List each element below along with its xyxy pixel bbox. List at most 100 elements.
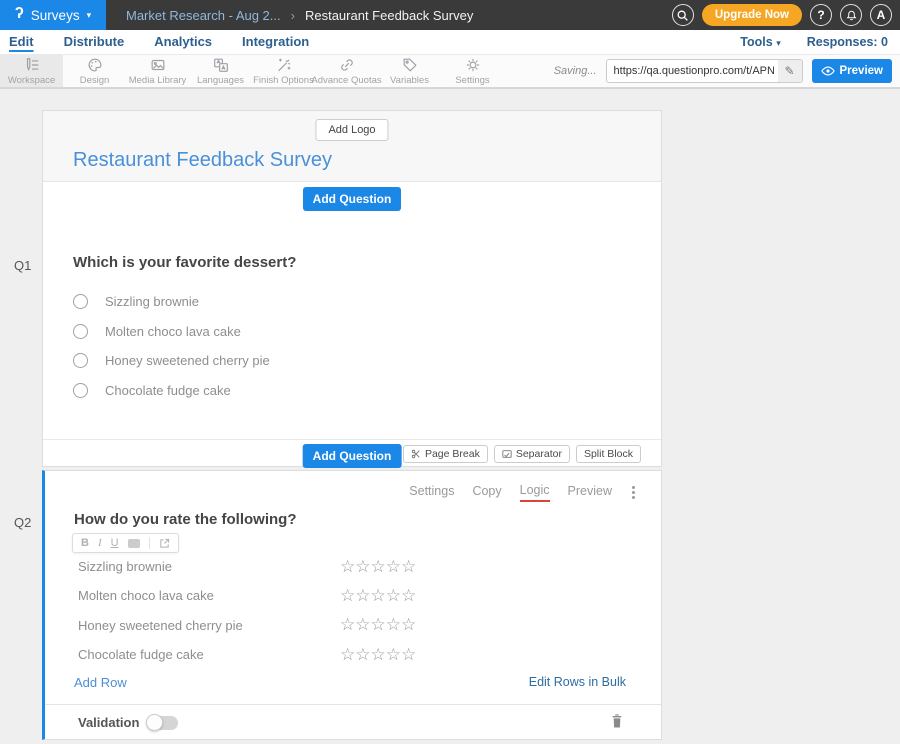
- avatar-initial: A: [877, 8, 886, 22]
- upgrade-now-button[interactable]: Upgrade Now: [702, 4, 802, 26]
- q1-option-2[interactable]: Molten choco lava cake: [73, 317, 270, 347]
- q1-option-3[interactable]: Honey sweetened cherry pie: [73, 346, 270, 376]
- toolbar-item-label: Languages: [197, 75, 244, 86]
- underline-button[interactable]: U: [111, 538, 119, 549]
- survey-title[interactable]: Restaurant Feedback Survey: [73, 149, 332, 172]
- toolbar-item-label: Media Library: [129, 75, 187, 86]
- radio-button-icon[interactable]: [73, 353, 88, 368]
- rating-row-2: Molten choco lava cake ☆☆☆☆☆: [78, 581, 638, 610]
- design-palette-icon: [86, 56, 104, 74]
- insert-image-icon[interactable]: [128, 539, 140, 548]
- toolbar-right: Saving... ✎ Preview: [554, 55, 900, 87]
- star-rating-icons[interactable]: ☆☆☆☆☆: [340, 645, 416, 665]
- finish-options-wand-icon: [275, 56, 293, 74]
- tools-menu[interactable]: Tools ▾: [740, 35, 780, 49]
- tab-distribute[interactable]: Distribute: [64, 34, 125, 51]
- breadcrumb-separator-icon: ›: [291, 8, 295, 23]
- star-rating-icons[interactable]: ☆☆☆☆☆: [340, 586, 416, 606]
- edit-url-pencil-icon[interactable]: ✎: [778, 60, 802, 82]
- q2-footer: Validation: [45, 704, 661, 741]
- languages-icon: [212, 56, 230, 74]
- advance-quotas-chain-icon: [338, 56, 356, 74]
- more-options-icon[interactable]: [630, 484, 637, 501]
- toolbar-item-media-library[interactable]: Media Library: [126, 55, 189, 87]
- q2-question-text[interactable]: How do you rate the following?: [74, 511, 297, 528]
- toolbar-item-workspace[interactable]: Workspace: [0, 55, 63, 87]
- row-label[interactable]: Honey sweetened cherry pie: [78, 618, 340, 633]
- page-break-icon: [411, 449, 421, 459]
- radio-button-icon[interactable]: [73, 294, 88, 309]
- row-label[interactable]: Molten choco lava cake: [78, 588, 340, 603]
- rating-row-1: Sizzling brownie ☆☆☆☆☆: [78, 552, 638, 581]
- option-label: Molten choco lava cake: [105, 324, 241, 339]
- star-rating-icons[interactable]: ☆☆☆☆☆: [340, 557, 416, 577]
- toolbar-item-advance-quotas[interactable]: Advance Quotas: [315, 55, 378, 87]
- toolbar-item-languages[interactable]: Languages: [189, 55, 252, 87]
- edit-rows-in-bulk-link[interactable]: Edit Rows in Bulk: [529, 675, 626, 689]
- page-break-button[interactable]: Page Break: [403, 445, 488, 463]
- tab-analytics[interactable]: Analytics: [154, 34, 212, 51]
- radio-button-icon[interactable]: [73, 383, 88, 398]
- external-link-icon[interactable]: [159, 538, 170, 549]
- add-row-link[interactable]: Add Row: [74, 675, 127, 690]
- tab-integration[interactable]: Integration: [242, 34, 309, 51]
- toggle-knob[interactable]: [146, 714, 163, 731]
- toolbar-item-settings[interactable]: Settings: [441, 55, 504, 87]
- q1-question-text[interactable]: Which is your favorite dessert?: [73, 254, 296, 271]
- option-label: Sizzling brownie: [105, 294, 199, 309]
- tab-edit[interactable]: Edit: [9, 34, 34, 51]
- delete-question-button[interactable]: [610, 713, 624, 733]
- preview-button[interactable]: Preview: [812, 59, 892, 83]
- tools-label: Tools: [740, 35, 772, 49]
- q2-settings-link[interactable]: Settings: [409, 484, 454, 501]
- split-block-label: Split Block: [584, 448, 633, 460]
- breadcrumb-project[interactable]: Market Research - Aug 2...: [126, 8, 281, 23]
- survey-url-box: ✎: [606, 59, 803, 83]
- toolbar-item-variables[interactable]: Variables: [378, 55, 441, 87]
- radio-button-icon[interactable]: [73, 324, 88, 339]
- toolbar-item-label: Settings: [455, 75, 489, 86]
- text-format-toolbar: B I U: [72, 533, 179, 553]
- toolbar-item-label: Finish Options: [253, 75, 314, 86]
- responses-count[interactable]: Responses: 0: [807, 35, 888, 49]
- separator-button[interactable]: Separator: [494, 445, 570, 463]
- q2-logic-link[interactable]: Logic: [520, 483, 550, 502]
- q1-options: Sizzling brownie Molten choco lava cake …: [73, 287, 270, 405]
- surveys-menu[interactable]: ʔ Surveys ▾: [0, 0, 106, 30]
- row-label[interactable]: Sizzling brownie: [78, 559, 340, 574]
- star-rating-icons[interactable]: ☆☆☆☆☆: [340, 615, 416, 635]
- toolbar-divider: [149, 537, 150, 549]
- add-logo-button[interactable]: Add Logo: [315, 119, 388, 141]
- q2-preview-link[interactable]: Preview: [568, 484, 612, 501]
- top-bar: ʔ Surveys ▾ Market Research - Aug 2... ›…: [0, 0, 900, 30]
- question-number-q1: Q1: [14, 258, 31, 273]
- q1-option-1[interactable]: Sizzling brownie: [73, 287, 270, 317]
- search-button[interactable]: [672, 4, 694, 26]
- italic-button[interactable]: I: [98, 538, 102, 549]
- toolbar-item-finish-options[interactable]: Finish Options: [252, 55, 315, 87]
- survey-editor-app: ʔ Surveys ▾ Market Research - Aug 2... ›…: [0, 0, 900, 744]
- toolbar-item-design[interactable]: Design: [63, 55, 126, 87]
- help-button[interactable]: ?: [810, 4, 832, 26]
- add-question-button-top[interactable]: Add Question: [303, 187, 402, 211]
- validation-label: Validation: [78, 715, 139, 730]
- search-icon: [676, 9, 689, 22]
- add-question-button-bottom[interactable]: Add Question: [303, 444, 402, 468]
- account-avatar[interactable]: A: [870, 4, 892, 26]
- q2-copy-link[interactable]: Copy: [472, 484, 501, 501]
- eye-icon: [821, 66, 835, 76]
- row-label[interactable]: Chocolate fudge cake: [78, 647, 340, 662]
- q1-option-4[interactable]: Chocolate fudge cake: [73, 376, 270, 406]
- editor-toolbar: Workspace Design Media Library Languages…: [0, 55, 900, 89]
- survey-block-2-selected: Settings Copy Logic Preview How do you r…: [42, 470, 662, 740]
- split-block-button[interactable]: Split Block: [576, 445, 641, 463]
- trash-icon: [610, 713, 624, 728]
- validation-toggle[interactable]: [148, 716, 178, 730]
- add-question-row-top: Add Question: [43, 187, 661, 211]
- chevron-down-icon: ▾: [776, 38, 781, 48]
- survey-url-input[interactable]: [607, 65, 778, 77]
- q2-action-menu: Settings Copy Logic Preview: [409, 483, 637, 502]
- bold-button[interactable]: B: [81, 538, 89, 549]
- survey-canvas: Q1 Q2 Add Logo Restaurant Feedback Surve…: [0, 91, 900, 744]
- notifications-button[interactable]: [840, 4, 862, 26]
